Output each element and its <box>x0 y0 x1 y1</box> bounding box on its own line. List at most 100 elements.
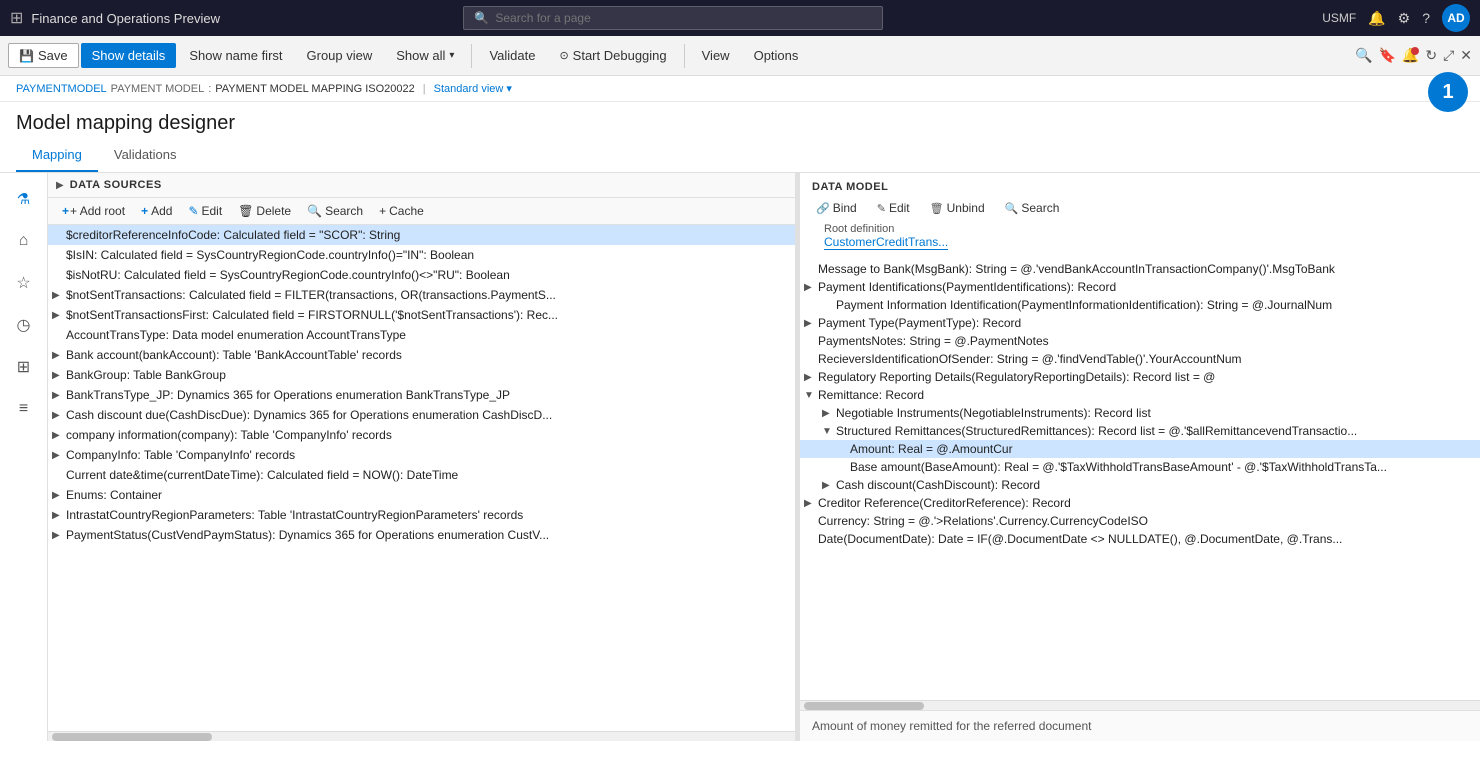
expand-icon[interactable]: ⤢ <box>1443 47 1454 64</box>
edit-ds-icon: ✎ <box>188 204 198 218</box>
dm-item-4[interactable]: PaymentsNotes: String = @.PaymentNotes <box>800 332 1480 350</box>
avatar[interactable]: AD <box>1442 4 1470 32</box>
dm-item-8[interactable]: ▶ Negotiable Instruments(NegotiableInstr… <box>800 404 1480 422</box>
sidebar-clock-icon[interactable]: ◷ <box>6 307 42 343</box>
ds-item-2[interactable]: $isNotRU: Calculated field = SysCountryR… <box>48 265 795 285</box>
expand-icon-6: ▶ <box>52 350 66 361</box>
user-region: USMF <box>1322 11 1356 25</box>
ds-item-0[interactable]: $creditorReferenceInfoCode: Calculated f… <box>48 225 795 245</box>
show-details-button[interactable]: Show details <box>81 43 177 68</box>
tab-mapping[interactable]: Mapping <box>16 139 98 172</box>
ds-item-15[interactable]: ▶ PaymentStatus(CustVendPaymStatus): Dyn… <box>48 525 795 545</box>
dm-item-11[interactable]: Base amount(BaseAmount): Real = @.'$TaxW… <box>800 458 1480 476</box>
expand-icon-10: ▶ <box>52 430 66 441</box>
ds-item-7[interactable]: ▶ BankGroup: Table BankGroup <box>48 365 795 385</box>
expand-icon-13: ▶ <box>52 490 66 501</box>
search-input[interactable] <box>495 11 872 25</box>
left-sidebar: ⚗ ⌂ ☆ ◷ ⊞ ≡ <box>0 173 48 741</box>
add-root-button[interactable]: + + Add root <box>56 202 131 220</box>
dm-item-14[interactable]: Currency: String = @.'>Relations'.Curren… <box>800 512 1480 530</box>
dm-item-7[interactable]: ▼ Remittance: Record <box>800 386 1480 404</box>
edit-ds-button[interactable]: ✎ Edit <box>182 202 228 220</box>
ds-item-4[interactable]: ▶ $notSentTransactionsFirst: Calculated … <box>48 305 795 325</box>
ds-item-8[interactable]: ▶ BankTransType_JP: Dynamics 365 for Ope… <box>48 385 795 405</box>
cache-ds-button[interactable]: + Cache <box>373 202 430 220</box>
root-definition-value[interactable]: CustomerCreditTrans... <box>824 235 948 250</box>
group-view-button[interactable]: Group view <box>296 43 384 68</box>
ds-item-9[interactable]: ▶ Cash discount due(CashDiscDue): Dynami… <box>48 405 795 425</box>
datasources-scrollbar-thumb[interactable] <box>52 733 212 741</box>
refresh-icon[interactable]: ↻ <box>1425 47 1437 64</box>
dm-item-1[interactable]: ▶ Payment Identifications(PaymentIdentif… <box>800 278 1480 296</box>
top-bar: ⊞ Finance and Operations Preview 🔍 USMF … <box>0 0 1480 36</box>
dm-item-6[interactable]: ▶ Regulatory Reporting Details(Regulator… <box>800 368 1480 386</box>
datasources-scrollbar[interactable] <box>48 731 795 741</box>
breadcrumb-sep3: | <box>423 83 426 95</box>
expand-icon-8: ▶ <box>52 390 66 401</box>
ds-item-11[interactable]: ▶ CompanyInfo: Table 'CompanyInfo' recor… <box>48 445 795 465</box>
breadcrumb-sep2: : <box>208 83 211 95</box>
delete-ds-button[interactable]: 🗑 Delete <box>232 202 297 220</box>
show-name-first-button[interactable]: Show name first <box>178 43 293 68</box>
search-dm-button[interactable]: 🔍 Search <box>1001 199 1064 217</box>
add-button[interactable]: + Add <box>135 202 178 220</box>
standard-view-link[interactable]: Standard view ▾ <box>434 82 512 95</box>
ds-item-3[interactable]: ▶ $notSentTransactions: Calculated field… <box>48 285 795 305</box>
sidebar-star-icon[interactable]: ☆ <box>6 265 42 301</box>
bell-icon[interactable]: 🔔 <box>1368 10 1385 27</box>
dm-item-12[interactable]: ▶ Cash discount(CashDiscount): Record <box>800 476 1480 494</box>
datasources-actions: + + Add root + Add ✎ Edit 🗑 Delete 🔍 Sea… <box>48 198 795 225</box>
sidebar-home-icon[interactable]: ⌂ <box>6 223 42 259</box>
datamodel-scrollbar[interactable] <box>800 700 1480 710</box>
unbind-button[interactable]: 🗑 Unbind <box>926 199 989 217</box>
datamodel-tree: Message to Bank(MsgBank): String = @.'ve… <box>800 258 1480 700</box>
dm-item-5[interactable]: RecieversIdentificationOfSender: String … <box>800 350 1480 368</box>
search-icon: 🔍 <box>474 11 489 25</box>
root-definition: Root definition CustomerCreditTrans... <box>812 223 1468 254</box>
ds-item-10[interactable]: ▶ company information(company): Table 'C… <box>48 425 795 445</box>
ds-item-13[interactable]: ▶ Enums: Container <box>48 485 795 505</box>
bookmark-icon[interactable]: 🔖 <box>1378 47 1395 64</box>
validate-button[interactable]: Validate <box>478 43 546 68</box>
options-button[interactable]: Options <box>743 43 810 68</box>
start-debugging-button[interactable]: ⊙ Start Debugging <box>548 43 677 68</box>
sidebar-filter-icon[interactable]: ⚗ <box>6 181 42 217</box>
ds-item-14[interactable]: ▶ IntrastatCountryRegionParameters: Tabl… <box>48 505 795 525</box>
dm-item-15[interactable]: Date(DocumentDate): Date = IF(@.Document… <box>800 530 1480 548</box>
ds-item-5[interactable]: AccountTransType: Data model enumeration… <box>48 325 795 345</box>
save-button[interactable]: 💾 Save <box>8 43 79 68</box>
dm-item-13[interactable]: ▶ Creditor Reference(CreditorReference):… <box>800 494 1480 512</box>
tab-validations[interactable]: Validations <box>98 139 193 172</box>
ds-item-6[interactable]: ▶ Bank account(bankAccount): Table 'Bank… <box>48 345 795 365</box>
save-icon: 💾 <box>19 49 34 63</box>
grid-nav-icon[interactable]: ⊞ <box>10 8 23 28</box>
search-ds-button[interactable]: 🔍 Search <box>301 202 369 220</box>
dm-item-10[interactable]: Amount: Real = @.AmountCur <box>800 440 1480 458</box>
search-toolbar-icon[interactable]: 🔍 <box>1355 47 1372 64</box>
dm-item-3[interactable]: ▶ Payment Type(PaymentType): Record <box>800 314 1480 332</box>
datamodel-scrollbar-thumb[interactable] <box>804 702 924 710</box>
datasources-expand-icon[interactable]: ▶ <box>56 180 64 191</box>
ds-item-12[interactable]: Current date&time(currentDateTime): Calc… <box>48 465 795 485</box>
help-icon[interactable]: ? <box>1422 10 1430 26</box>
sidebar-grid-icon[interactable]: ⊞ <box>6 349 42 385</box>
settings-icon[interactable]: ⚙ <box>1398 10 1411 27</box>
ds-item-1[interactable]: $IsIN: Calculated field = SysCountryRegi… <box>48 245 795 265</box>
dm-item-9[interactable]: ▼ Structured Remittances(StructuredRemit… <box>800 422 1480 440</box>
dm-item-2[interactable]: Payment Information Identification(Payme… <box>800 296 1480 314</box>
breadcrumb: PAYMENTMODEL PAYMENT MODEL : PAYMENT MOD… <box>0 76 1480 102</box>
show-all-button[interactable]: Show all ▾ <box>385 43 465 68</box>
close-icon[interactable]: ✕ <box>1460 47 1472 64</box>
toolbar-right-icons: 🔍 🔖 🔔 ↻ ⤢ ✕ <box>1355 47 1472 64</box>
bind-button[interactable]: 🔗 Bind <box>812 199 861 217</box>
datamodel-actions: 🔗 Bind ✎ Edit 🗑 Unbind 🔍 Search <box>812 199 1468 217</box>
breadcrumb-part3: PAYMENT MODEL MAPPING ISO20022 <box>215 83 415 95</box>
show-all-dropdown-icon: ▾ <box>449 50 454 61</box>
dm-item-0[interactable]: Message to Bank(MsgBank): String = @.'ve… <box>800 260 1480 278</box>
edit-dm-icon: ✎ <box>877 202 886 215</box>
edit-dm-button[interactable]: ✎ Edit <box>873 199 914 217</box>
sidebar-list-icon[interactable]: ≡ <box>6 391 42 427</box>
breadcrumb-part1[interactable]: PAYMENTMODEL <box>16 83 107 95</box>
view-button[interactable]: View <box>691 43 741 68</box>
notif-icon[interactable]: 🔔 <box>1402 47 1419 64</box>
